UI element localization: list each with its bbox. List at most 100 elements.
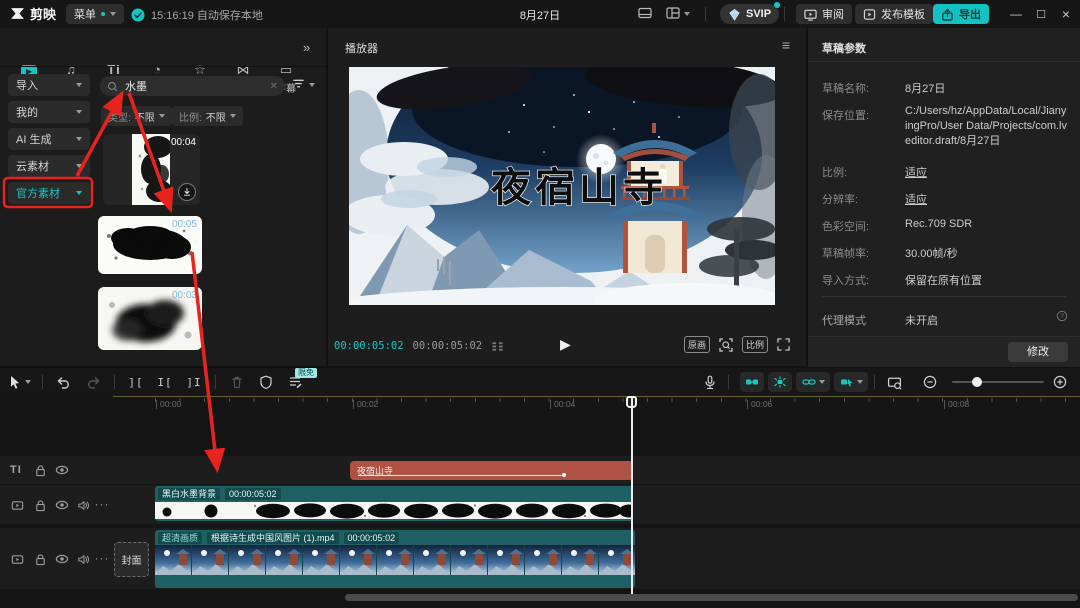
main-clip-name-chip: 根据诗生成中国风图片 (1).mp4: [207, 531, 339, 544]
main-video-clip[interactable]: 超清画质 根据诗生成中国风图片 (1).mp4 00:00:05:02: [155, 530, 635, 588]
chevron-down-icon: [684, 11, 690, 16]
lock-icon: [35, 464, 45, 476]
frame-view-icon[interactable]: [491, 340, 504, 353]
chevron-down-icon: [158, 114, 165, 118]
preview-axis-toggle[interactable]: [834, 372, 868, 392]
track-more-button[interactable]: ···: [95, 497, 109, 511]
proxy-help-icon[interactable]: [1056, 310, 1068, 322]
timeline-zoom-slider[interactable]: [952, 377, 1044, 387]
type-filter-value: 不限: [134, 112, 155, 124]
split-button[interactable]: ][: [126, 372, 146, 392]
smart-edit-button[interactable]: 限免: [285, 368, 317, 392]
preview-zoom-icon[interactable]: [719, 337, 733, 352]
resolution-value-link[interactable]: 适应: [905, 191, 1067, 207]
redo-button[interactable]: [83, 372, 103, 392]
chain-link-icon: [801, 379, 816, 385]
ratio-button[interactable]: 比例: [741, 336, 768, 353]
text-track-type-icon: TI: [10, 464, 22, 476]
split-keep-left-button[interactable]: I[: [155, 372, 175, 392]
menu-button[interactable]: 菜单: [66, 4, 124, 24]
layout-mode-button[interactable]: [666, 3, 690, 20]
review-button[interactable]: 审阅: [796, 4, 852, 24]
undo-icon: [57, 377, 69, 389]
hide-track-button[interactable]: [55, 498, 69, 512]
ink-clip-filmstrip: [155, 502, 633, 519]
player-panel-title: 播放器: [345, 43, 378, 55]
shield-icon: [260, 375, 272, 389]
player-menu-icon[interactable]: ≡: [782, 37, 790, 53]
sidebar-item-ai-generate[interactable]: AI 生成: [8, 128, 90, 150]
mute-track-button[interactable]: [76, 498, 90, 512]
play-button[interactable]: ▶: [560, 336, 571, 353]
export-button[interactable]: 导出: [933, 4, 989, 24]
media-result-3[interactable]: 00:03: [98, 287, 202, 350]
proxy-mode-label: 代理模式: [822, 315, 866, 327]
video-track-icon: [11, 554, 23, 564]
ratio-value-link[interactable]: 适应: [905, 164, 1067, 180]
ink-overlay-clip[interactable]: 黑白水墨背景 00:00:05:02: [155, 486, 633, 521]
zoom-in-button[interactable]: [1050, 372, 1070, 392]
download-button[interactable]: [178, 183, 196, 201]
text-clip[interactable]: 夜宿山寺: [350, 461, 633, 480]
text-animation-handle[interactable]: [562, 473, 566, 477]
media-result-1[interactable]: 00:04: [103, 134, 200, 205]
undo-button[interactable]: [54, 372, 74, 392]
select-tool-button[interactable]: [8, 375, 31, 389]
cover-button[interactable]: 封面: [114, 542, 149, 577]
compact-mode-button[interactable]: [635, 3, 655, 23]
auto-link-toggle[interactable]: [740, 372, 764, 392]
lock-track-button[interactable]: [33, 463, 47, 477]
top-bar: 剪映 菜单 15:16:19 自动保存本地 8月27日 SVIP 审阅 发布模板…: [0, 0, 1080, 28]
modify-button[interactable]: 修改: [1008, 342, 1068, 362]
playhead-line[interactable]: [631, 396, 633, 600]
cursor-icon: [11, 376, 19, 389]
zoom-out-icon: [923, 375, 937, 389]
sidebar-item-cloud[interactable]: 云素材: [8, 155, 90, 177]
filter-funnel-icon: [293, 79, 304, 88]
zoom-slider-handle[interactable]: [972, 377, 982, 387]
delete-button[interactable]: [227, 372, 247, 392]
sidebar-cloud-label: 云素材: [16, 161, 49, 173]
mute-guard-button[interactable]: [256, 372, 276, 392]
zoom-out-button[interactable]: [920, 372, 940, 392]
svip-button[interactable]: SVIP: [720, 2, 781, 24]
text-animation-range: [358, 474, 564, 476]
export-label: 导出: [959, 9, 981, 21]
sidebar-item-import[interactable]: 导入: [8, 74, 90, 96]
clear-search-icon[interactable]: ✕: [270, 81, 278, 92]
chevron-down-icon: [856, 380, 863, 384]
maximize-button[interactable]: ☐: [1030, 3, 1052, 25]
record-voice-button[interactable]: [700, 372, 720, 392]
type-filter-dropdown[interactable]: 类型: 不限: [101, 106, 172, 126]
magnetic-snap-toggle[interactable]: [768, 372, 792, 392]
track-more-button[interactable]: ···: [95, 551, 109, 565]
close-button[interactable]: ×: [1055, 3, 1077, 25]
sidebar-item-mine[interactable]: 我的: [8, 101, 90, 123]
more-tabs-chevron[interactable]: »: [303, 40, 310, 55]
mute-track-button[interactable]: [76, 552, 90, 566]
publish-template-button[interactable]: 发布模板: [855, 4, 933, 24]
original-quality-button[interactable]: 原画: [683, 336, 710, 353]
minimize-button[interactable]: —: [1005, 3, 1027, 25]
chevron-down-icon: [76, 83, 82, 87]
split-keep-right-button[interactable]: ]I: [184, 372, 204, 392]
magnet-icon: [774, 376, 786, 388]
ratio-filter-dropdown[interactable]: 比例: 不限: [172, 106, 243, 126]
lock-track-button[interactable]: [33, 552, 47, 566]
lock-track-button[interactable]: [33, 498, 47, 512]
linkage-toggle[interactable]: [796, 372, 830, 392]
timeline-ruler[interactable]: 00:00 00:02 00:04 00:06 00:08: [155, 397, 1080, 412]
fullscreen-icon[interactable]: [777, 338, 790, 351]
timeline-scrollbar[interactable]: [345, 594, 1078, 601]
timeline-settings-button[interactable]: [884, 372, 904, 392]
compact-layout-icon: [638, 7, 652, 19]
divider: [114, 375, 115, 389]
search-input[interactable]: [123, 79, 265, 93]
hide-track-button[interactable]: [55, 463, 69, 477]
filter-button[interactable]: [292, 78, 315, 91]
hide-track-button[interactable]: [55, 552, 69, 566]
ratio-label: 比例:: [822, 167, 848, 179]
ruler-label: 00:04: [550, 400, 575, 409]
sidebar-item-official[interactable]: 官方素材: [8, 182, 90, 204]
media-result-2[interactable]: 00:05: [98, 216, 202, 274]
